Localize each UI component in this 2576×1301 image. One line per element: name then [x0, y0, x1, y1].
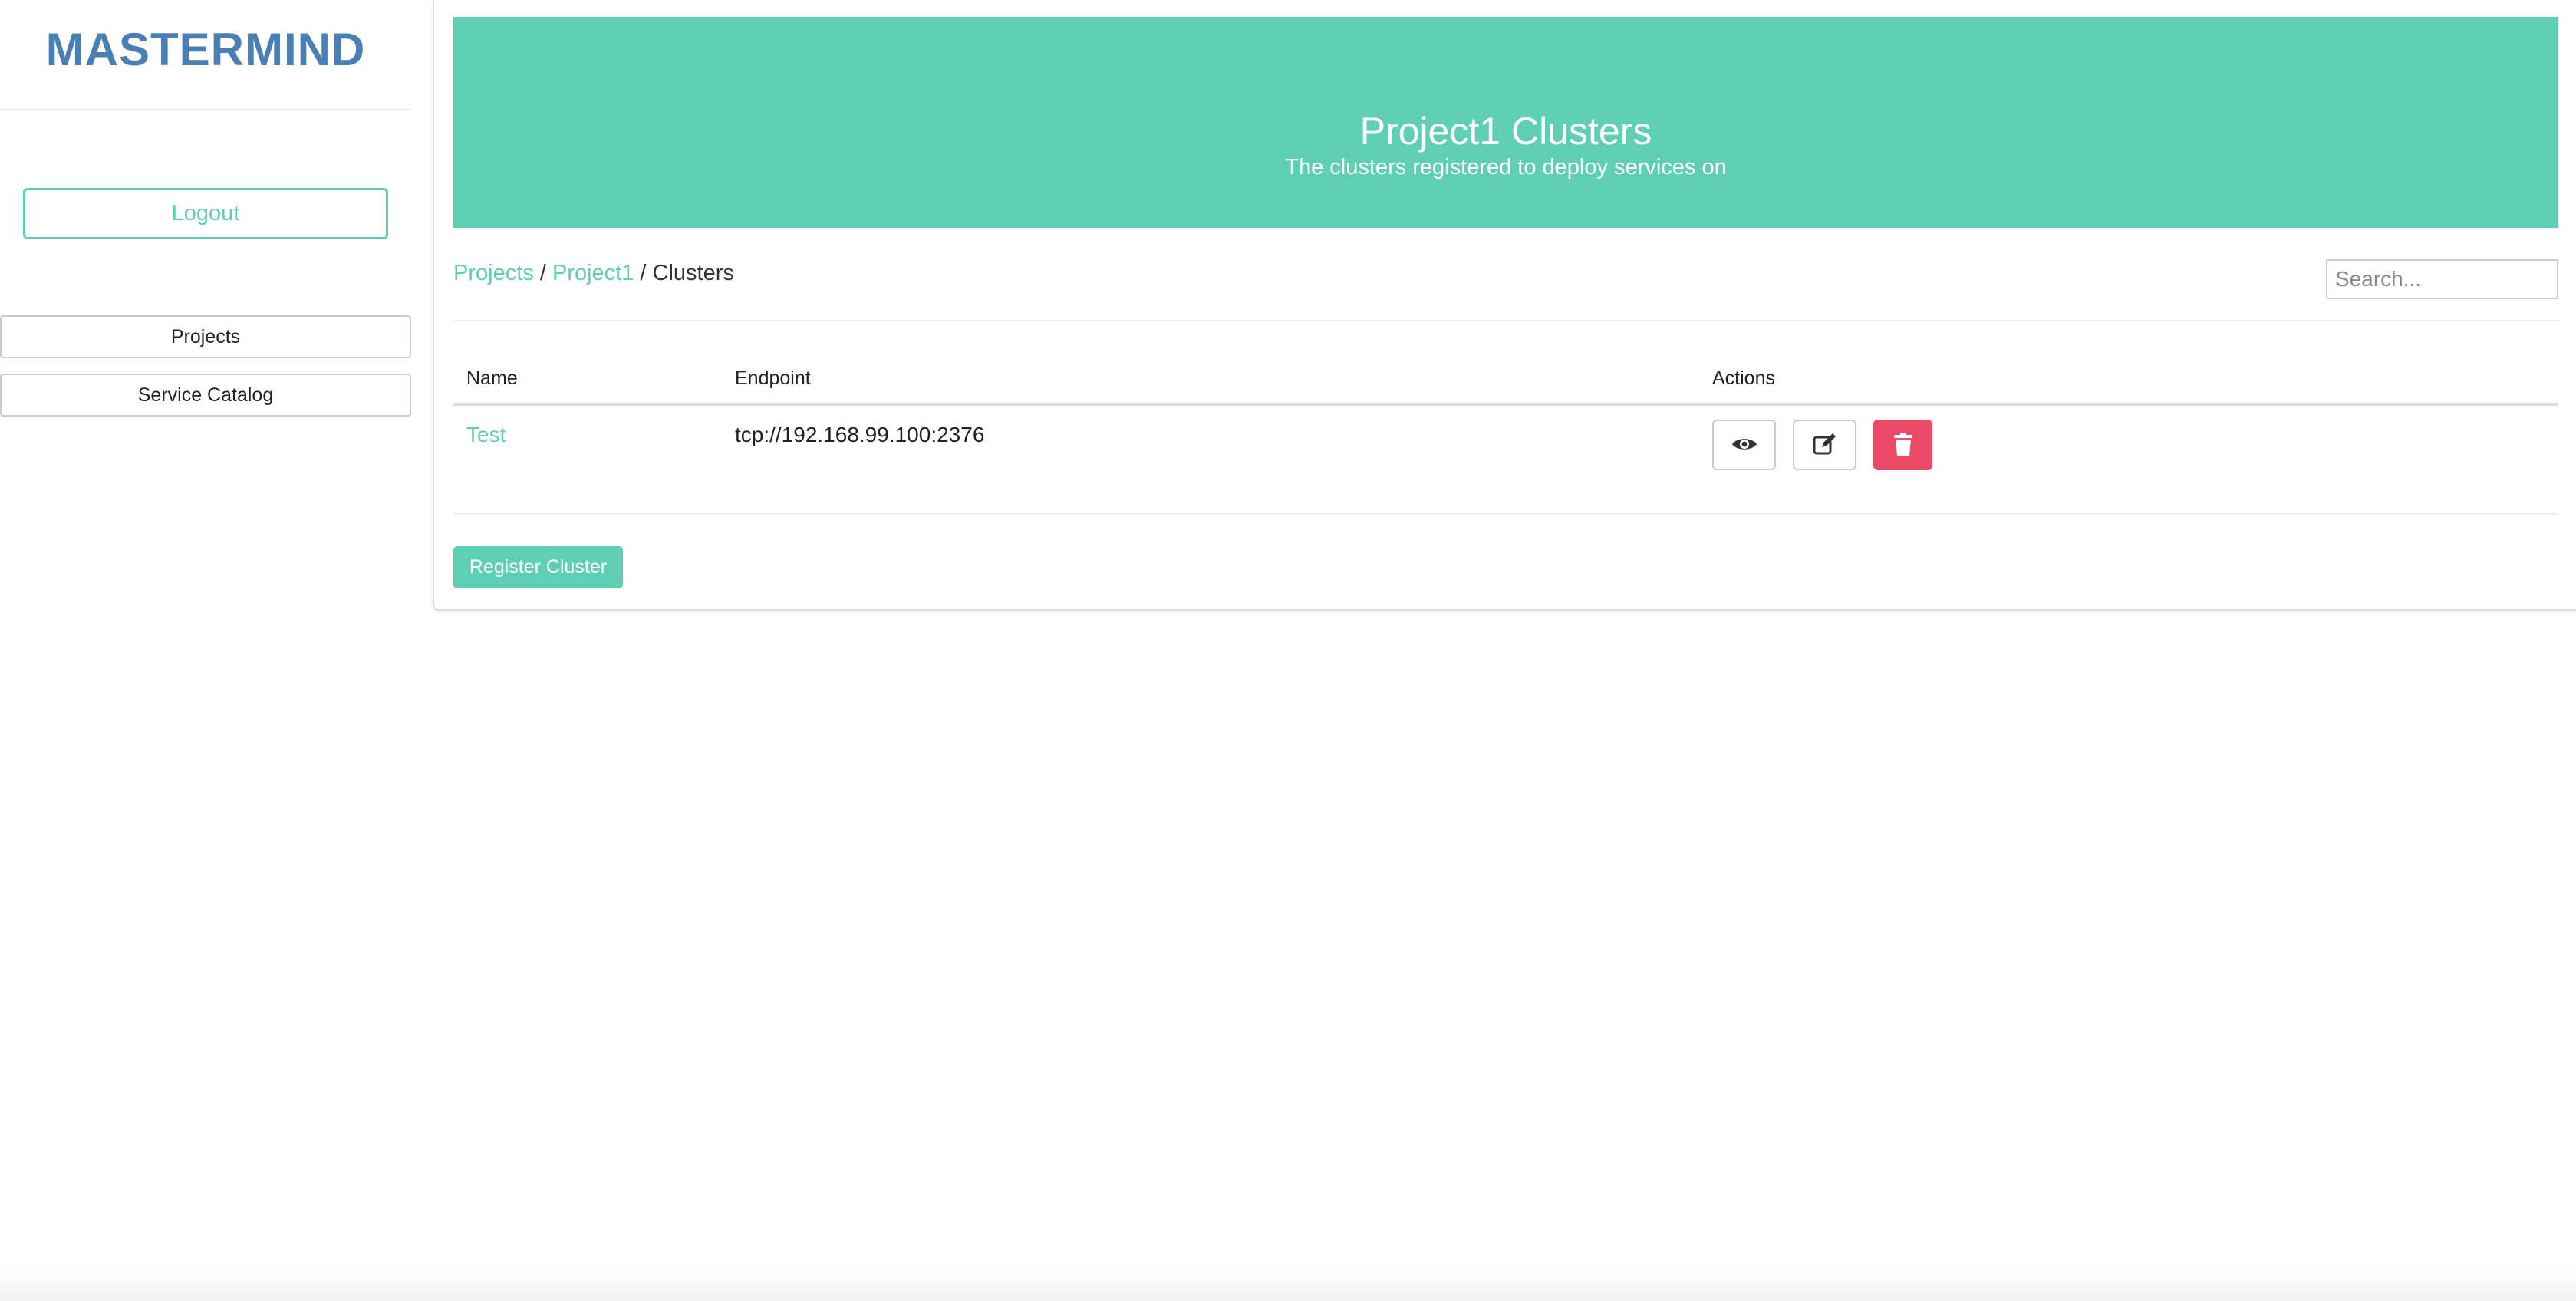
cluster-name-link[interactable]: Test	[466, 423, 506, 447]
cluster-endpoint: tcp://192.168.99.100:2376	[735, 423, 985, 446]
sidebar-item-service-catalog[interactable]: Service Catalog	[0, 374, 411, 417]
breadcrumb: Projects / Project1 / Clusters	[453, 261, 734, 286]
delete-button[interactable]	[1873, 420, 1932, 470]
table-row-divider	[453, 513, 2558, 515]
table-header-divider	[453, 403, 2558, 406]
section-divider	[453, 320, 2558, 321]
bottom-shadow	[0, 1266, 2576, 1301]
sidebar-divider	[0, 109, 411, 110]
sidebar-item-projects[interactable]: Projects	[0, 315, 411, 358]
page-subtitle: The clusters registered to deploy servic…	[1285, 155, 1727, 180]
sidebar-item-label: Projects	[170, 325, 241, 347]
register-cluster-button[interactable]: Register Cluster	[453, 546, 623, 588]
column-header-actions: Actions	[1712, 367, 1775, 389]
breadcrumb-project1-link[interactable]: Project1	[552, 261, 634, 285]
page-header-banner: Project1 Clusters The clusters registere…	[453, 17, 2558, 228]
breadcrumb-current: Clusters	[652, 261, 734, 285]
column-header-endpoint: Endpoint	[735, 367, 811, 389]
logout-button[interactable]: Logout	[23, 188, 388, 239]
eye-icon	[1731, 436, 1757, 455]
search-input[interactable]	[2326, 259, 2558, 299]
brand-logo: MASTERMIND	[45, 24, 366, 75]
main-panel: Project1 Clusters The clusters registere…	[433, 0, 2576, 611]
sidebar-item-label: Service Catalog	[137, 384, 274, 406]
edit-button[interactable]	[1793, 420, 1856, 470]
page-title: Project1 Clusters	[1359, 110, 1652, 153]
edit-icon	[1813, 432, 1837, 459]
column-header-name: Name	[466, 367, 518, 389]
breadcrumb-separator: /	[640, 261, 647, 285]
view-button[interactable]	[1712, 420, 1776, 470]
app-root: MASTERMIND Logout Projects Service Catal…	[0, 0, 2576, 1301]
trash-icon	[1893, 432, 1912, 458]
breadcrumb-separator: /	[539, 261, 546, 285]
sidebar: MASTERMIND Logout Projects Service Catal…	[0, 0, 411, 1301]
breadcrumb-projects-link[interactable]: Projects	[453, 261, 534, 285]
